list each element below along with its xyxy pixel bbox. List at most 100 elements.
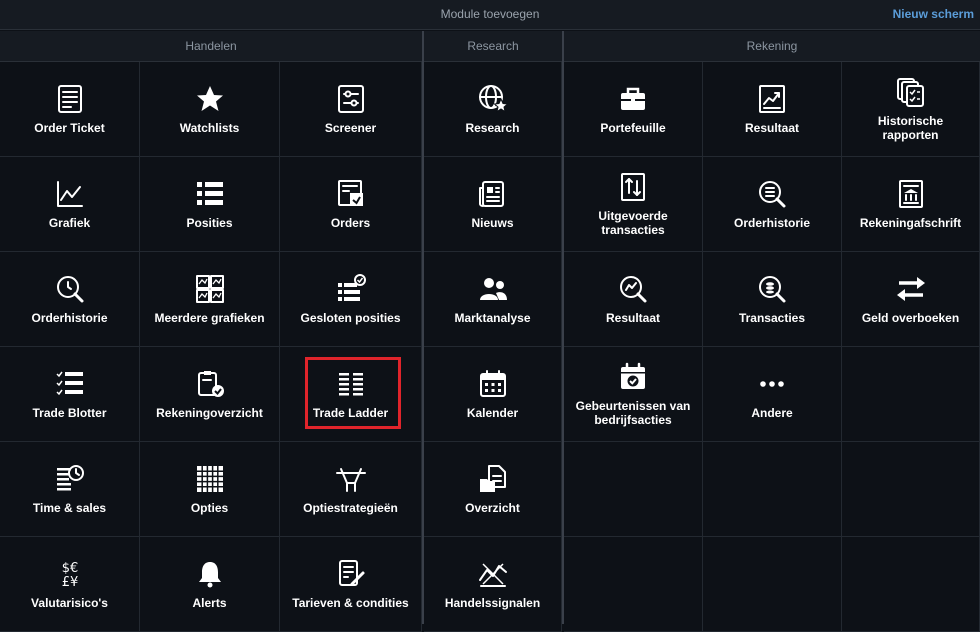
order-history-search-icon [754, 178, 790, 210]
tile-gebeurtenissen-van-bedrijfsacties[interactable]: Gebeurtenissen van bedrijfsacties [564, 347, 703, 442]
tile-label: Posities [186, 216, 233, 230]
tile-label: Resultaat [744, 121, 800, 135]
tile-order-ticket[interactable]: Order Ticket [0, 62, 140, 157]
tile-overzicht[interactable]: Overzicht [424, 442, 562, 537]
tile-label: Nieuws [471, 216, 514, 230]
tile-optiestrategie-n[interactable]: Optiestrategieën [280, 442, 422, 537]
tile-kalender[interactable]: Kalender [424, 347, 562, 442]
tile-orderhistorie[interactable]: Orderhistorie [703, 157, 842, 252]
tile-marktanalyse[interactable]: Marktanalyse [424, 252, 562, 347]
tile-meerdere-grafieken[interactable]: Meerdere grafieken [140, 252, 280, 347]
tile-rekeningoverzicht[interactable]: Rekeningoverzicht [140, 347, 280, 442]
tile-time-sales[interactable]: Time & sales [0, 442, 140, 537]
empty-cell [564, 537, 703, 632]
tile-uitgevoerde-transacties[interactable]: Uitgevoerde transacties [564, 157, 703, 252]
tile-label: Orderhistorie [733, 216, 811, 230]
executed-trades-icon [615, 171, 651, 203]
bell-icon [192, 558, 228, 590]
tile-label: Gebeurtenissen van bedrijfsacties [575, 399, 691, 427]
tile-label: Kalender [466, 406, 519, 420]
trade-blotter-icon [52, 368, 88, 400]
new-screen-link[interactable]: Nieuw scherm [893, 7, 974, 21]
transfer-arrows-icon [893, 273, 929, 305]
empty-cell [703, 537, 842, 632]
tile-tarieven-condities[interactable]: Tarieven & condities [280, 537, 422, 632]
tile-posities[interactable]: Posities [140, 157, 280, 252]
tile-label: Alerts [192, 596, 227, 610]
tile-label: Order Ticket [34, 121, 105, 135]
section-trading: Handelen Order Ticket Watchlists Screener G… [0, 31, 422, 632]
tile-label: Trade Blotter [32, 406, 107, 420]
svg-text:£¥: £¥ [61, 575, 78, 590]
corporate-events-icon [615, 361, 651, 393]
tile-label: Uitgevoerde transacties [598, 209, 668, 237]
tile-label: Portefeuille [600, 121, 666, 135]
tile-rekeningafschrift[interactable]: Rekeningafschrift [842, 157, 980, 252]
result-chart-icon [754, 83, 790, 115]
tile-handelssignalen[interactable]: Handelssignalen [424, 537, 562, 632]
star-icon [192, 83, 228, 115]
trade-ladder-icon [333, 368, 369, 400]
calendar-icon [475, 368, 511, 400]
tile-label: Handelssignalen [444, 596, 541, 610]
tile-opties[interactable]: Opties [140, 442, 280, 537]
newspaper-icon [475, 178, 511, 210]
tile-research[interactable]: Research [424, 62, 562, 157]
tile-valutarisico-s[interactable]: $€ £¥ Valutarisico's [0, 537, 140, 632]
currency-icon: $€ £¥ [52, 558, 88, 590]
empty-cell [703, 442, 842, 537]
tile-resultaat[interactable]: Resultaat [703, 62, 842, 157]
empty-cell [842, 347, 980, 442]
result-search-icon [615, 273, 651, 305]
tile-watchlists[interactable]: Watchlists [140, 62, 280, 157]
tile-nieuws[interactable]: Nieuws [424, 157, 562, 252]
tile-grid-account: Portefeuille Resultaat Historische rapport… [564, 62, 980, 632]
tile-label: Orders [330, 216, 371, 230]
tile-grid-research: Research Nieuws Marktanalyse Kalender Overzi… [424, 62, 562, 632]
empty-cell [842, 442, 980, 537]
tile-transacties[interactable]: Transacties [703, 252, 842, 347]
tile-grid-trading: Order Ticket Watchlists Screener Grafiek Pos… [0, 62, 422, 632]
transactions-search-icon [754, 273, 790, 305]
tile-label: Opties [190, 501, 229, 515]
tile-label: Historische rapporten [877, 114, 944, 142]
globe-star-icon [475, 83, 511, 115]
tile-label: Optiestrategieën [303, 501, 398, 515]
tile-label: Time & sales [32, 501, 107, 515]
reports-icon [893, 76, 929, 108]
tile-historische-rapporten[interactable]: Historische rapporten [842, 62, 980, 157]
tile-label: Andere [751, 406, 793, 420]
tile-screener[interactable]: Screener [280, 62, 422, 157]
tile-label: Grafiek [48, 216, 91, 230]
tile-alerts[interactable]: Alerts [140, 537, 280, 632]
signals-icon [475, 558, 511, 590]
tile-gesloten-posities[interactable]: Gesloten posities [280, 252, 422, 347]
tile-label: Research [465, 121, 520, 135]
tile-trade-ladder[interactable]: Trade Ladder [280, 347, 422, 442]
section-account: Rekening Portefeuille Resultaat Historisch… [564, 31, 980, 632]
tile-orderhistorie[interactable]: Orderhistorie [0, 252, 140, 347]
people-icon [475, 273, 511, 305]
line-chart-icon [52, 178, 88, 210]
more-dots-icon [754, 368, 790, 400]
orders-icon [333, 178, 369, 210]
tile-label: Resultaat [605, 311, 661, 325]
top-bar: Module toevoegen Nieuw scherm [0, 0, 980, 30]
tile-label: Meerdere grafieken [154, 311, 265, 325]
section-research: Research Research Nieuws Marktanalyse Kalen… [424, 31, 562, 632]
tile-orders[interactable]: Orders [280, 157, 422, 252]
tile-portefeuille[interactable]: Portefeuille [564, 62, 703, 157]
section-header-trading: Handelen [0, 31, 422, 62]
empty-cell [842, 537, 980, 632]
tile-grafiek[interactable]: Grafiek [0, 157, 140, 252]
list-icon [192, 178, 228, 210]
options-grid-icon [192, 463, 228, 495]
svg-text:$€: $€ [61, 561, 78, 576]
tile-trade-blotter[interactable]: Trade Blotter [0, 347, 140, 442]
tile-label: Gesloten posities [300, 311, 401, 325]
tile-resultaat[interactable]: Resultaat [564, 252, 703, 347]
briefcase-icon [615, 83, 651, 115]
tile-geld-overboeken[interactable]: Geld overboeken [842, 252, 980, 347]
tile-label: Watchlists [179, 121, 240, 135]
tile-andere[interactable]: Andere [703, 347, 842, 442]
